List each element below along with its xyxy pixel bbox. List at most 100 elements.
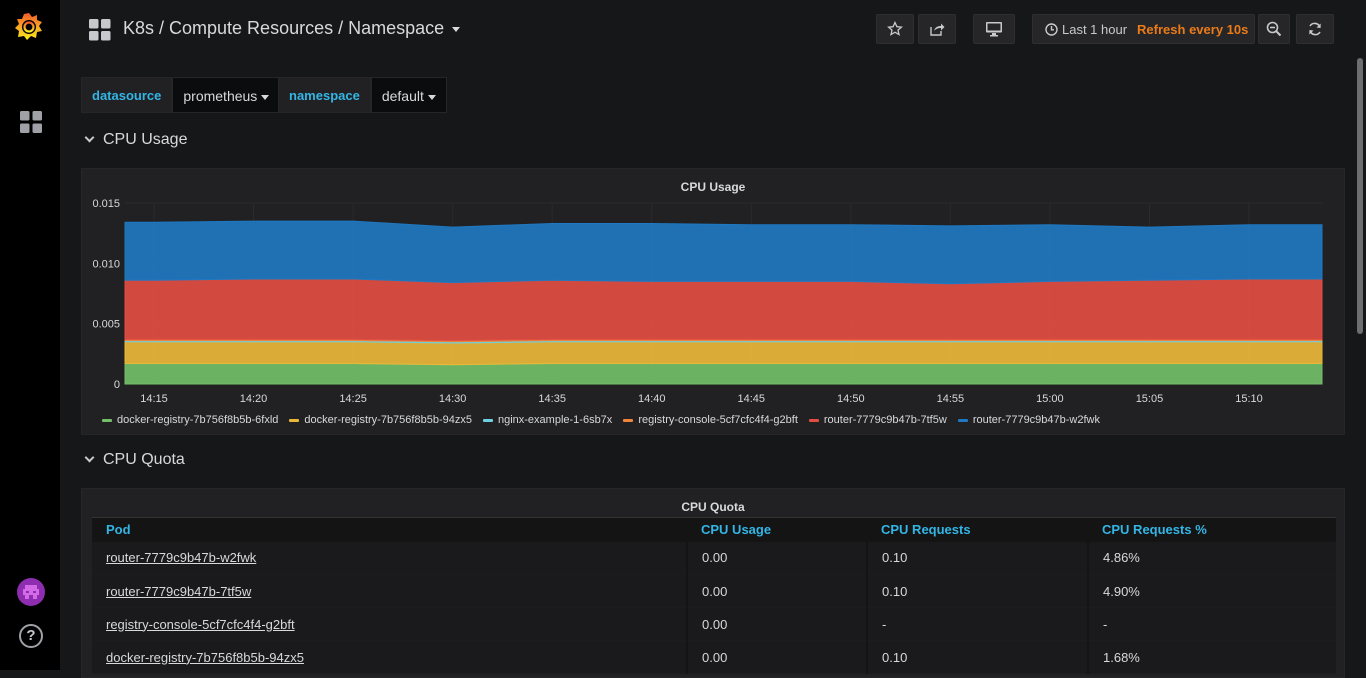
chart-legend: docker-registry-7b756f8b5b-6fxld docker-r…	[102, 414, 1111, 426]
table-row: router-7779c9b47b-7tf5w 0.00 0.10 4.90%	[92, 574, 1336, 608]
pod-link[interactable]: router-7779c9b47b-w2fwk	[106, 550, 256, 565]
cpu-requests-cell: 0.10	[866, 640, 1088, 674]
chevron-down-icon	[84, 132, 95, 143]
dashboard-title[interactable]: K8s / Compute Resources / Namespace	[123, 18, 461, 39]
x-tick-label: 14:45	[738, 393, 766, 405]
variable-value: default	[381, 88, 424, 104]
legend-swatch	[102, 418, 112, 422]
help-icon[interactable]: ?	[19, 624, 43, 648]
cpu-requests-percent-cell: 4.90%	[1087, 574, 1336, 608]
x-tick-label: 14:35	[538, 393, 566, 405]
cpu-requests-cell: 0.10	[866, 574, 1088, 608]
table-row: docker-registry-7b756f8b5b-94zx5 0.00 0.…	[92, 640, 1336, 674]
column-header-cpu-requests[interactable]: CPU Requests	[867, 517, 1088, 542]
legend-item[interactable]: nginx-example-1-6sb7x	[482, 414, 613, 426]
table-header-row: Pod CPU Usage CPU Requests CPU Requests …	[92, 517, 1336, 542]
cpu-usage-cell: 0.00	[686, 541, 867, 575]
cpu-usage-chart[interactable]: 0 0.005 0.010 0.015 14:15 14:20 14:25 14:30 14:3…	[82, 193, 1344, 423]
pod-cell: registry-console-5cf7cfc4f4-g2bft	[92, 607, 687, 641]
x-tick-label: 14:20	[240, 393, 268, 405]
cpu-quota-panel: CPU Quota Pod CPU Usage CPU Requests CPU…	[81, 488, 1345, 678]
pod-link[interactable]: docker-registry-7b756f8b5b-94zx5	[106, 650, 304, 665]
legend-item[interactable]: registry-console-5cf7cfc4f4-g2bft	[623, 414, 798, 426]
row-title-cpu-quota[interactable]: CPU Quota	[84, 451, 185, 469]
side-menu: ?	[0, 0, 60, 670]
legend-item[interactable]: router-7779c9b47b-7tf5w	[808, 414, 947, 426]
cpu-requests-percent-cell: 4.86%	[1087, 541, 1336, 575]
cpu-usage-cell: 0.00	[686, 607, 867, 641]
y-tick-label: 0.015	[92, 198, 120, 210]
cpu-usage-cell: 0.00	[686, 640, 867, 674]
x-tick-label: 14:50	[837, 393, 865, 405]
avatar-icon	[23, 585, 39, 599]
x-tick-label: 14:55	[937, 393, 965, 405]
column-header-cpu-usage[interactable]: CPU Usage	[687, 517, 867, 542]
table-row: registry-console-5cf7cfc4f4-g2bft 0.00 -…	[92, 607, 1336, 641]
column-header-cpu-requests-percent[interactable]: CPU Requests %	[1088, 517, 1336, 542]
legend-swatch	[289, 418, 300, 422]
caret-down-icon	[427, 94, 436, 100]
variable-label: datasource	[81, 77, 173, 113]
series-area-router-7779c9b47b-7tf5w	[124, 278, 1323, 342]
monitor-icon	[986, 22, 1002, 37]
legend-item[interactable]: docker-registry-7b756f8b5b-94zx5	[289, 414, 472, 426]
grafana-logo-icon[interactable]	[12, 10, 46, 44]
legend-label: registry-console-5cf7cfc4f4-g2bft	[638, 414, 798, 426]
legend-swatch	[957, 418, 968, 422]
series-area-docker-registry-7b756f8b5b-94zx5	[124, 341, 1323, 366]
zoom-out-button[interactable]	[1258, 14, 1290, 44]
refresh-interval-label: Refresh every 10s	[1137, 21, 1249, 37]
x-tick-label: 14:40	[638, 393, 666, 405]
table-row: router-7779c9b47b-w2fwk 0.00 0.10 4.86%	[92, 541, 1336, 575]
share-icon	[930, 23, 945, 36]
cpu-requests-cell: 0.10	[866, 541, 1088, 575]
datasource-dropdown[interactable]: prometheus	[172, 77, 281, 113]
legend-swatch	[808, 418, 819, 422]
row-title-text: CPU Usage	[103, 131, 188, 148]
user-avatar[interactable]	[17, 578, 45, 606]
legend-label: docker-registry-7b756f8b5b-94zx5	[304, 414, 472, 426]
legend-swatch	[482, 418, 493, 422]
x-tick-label: 15:05	[1136, 393, 1164, 405]
column-header-pod[interactable]: Pod	[92, 517, 687, 542]
row-title-text: CPU Quota	[103, 451, 185, 468]
pod-link[interactable]: registry-console-5cf7cfc4f4-g2bft	[106, 617, 295, 632]
legend-label: nginx-example-1-6sb7x	[497, 414, 613, 426]
x-tick-label: 14:25	[339, 393, 367, 405]
x-tick-label: 14:15	[140, 393, 168, 405]
legend-label: docker-registry-7b756f8b5b-6fxld	[117, 414, 279, 426]
namespace-dropdown[interactable]: default	[370, 77, 447, 113]
panel-title[interactable]: CPU Quota	[82, 500, 1344, 514]
cycle-view-mode-button[interactable]	[973, 14, 1015, 44]
cpu-requests-percent-cell: -	[1087, 607, 1336, 641]
variable-value: prometheus	[183, 88, 258, 104]
y-tick-label: 0.010	[92, 258, 120, 270]
series-area-docker-registry-7b756f8b5b-6fxld	[124, 363, 1323, 385]
series-area-router-7779c9b47b-w2fwk	[124, 220, 1323, 285]
pod-cell: router-7779c9b47b-w2fwk	[92, 541, 687, 575]
refresh-button[interactable]	[1296, 14, 1334, 44]
share-dashboard-button[interactable]	[918, 14, 956, 44]
cpu-usage-cell: 0.00	[686, 574, 867, 608]
legend-item[interactable]: docker-registry-7b756f8b5b-6fxld	[102, 414, 278, 426]
page-scrollbar[interactable]	[1357, 58, 1363, 334]
y-tick-label: 0.005	[92, 319, 120, 331]
caret-down-icon	[261, 94, 270, 100]
star-icon	[887, 21, 903, 36]
refresh-icon	[1309, 22, 1321, 36]
pod-link[interactable]: router-7779c9b47b-7tf5w	[106, 584, 251, 599]
star-dashboard-button[interactable]	[876, 14, 914, 44]
row-title-cpu-usage[interactable]: CPU Usage	[84, 131, 188, 149]
panel-title[interactable]: CPU Usage	[82, 180, 1344, 194]
navbar: K8s / Compute Resources / Namespace Last…	[60, 0, 1366, 62]
time-picker-button[interactable]: Last 1 hour Refresh every 10s	[1032, 14, 1255, 44]
time-range-label: Last 1 hour	[1062, 21, 1128, 37]
pod-cell: router-7779c9b47b-7tf5w	[92, 574, 687, 608]
x-tick-label: 15:10	[1235, 393, 1263, 405]
title-caret-icon	[452, 26, 461, 32]
legend-item[interactable]: router-7779c9b47b-w2fwk	[957, 414, 1100, 426]
cpu-requests-cell: -	[866, 607, 1088, 641]
dashboards-icon[interactable]	[19, 110, 43, 134]
zoom-out-icon	[1266, 21, 1282, 37]
dashboard-grid-icon[interactable]	[89, 19, 111, 41]
